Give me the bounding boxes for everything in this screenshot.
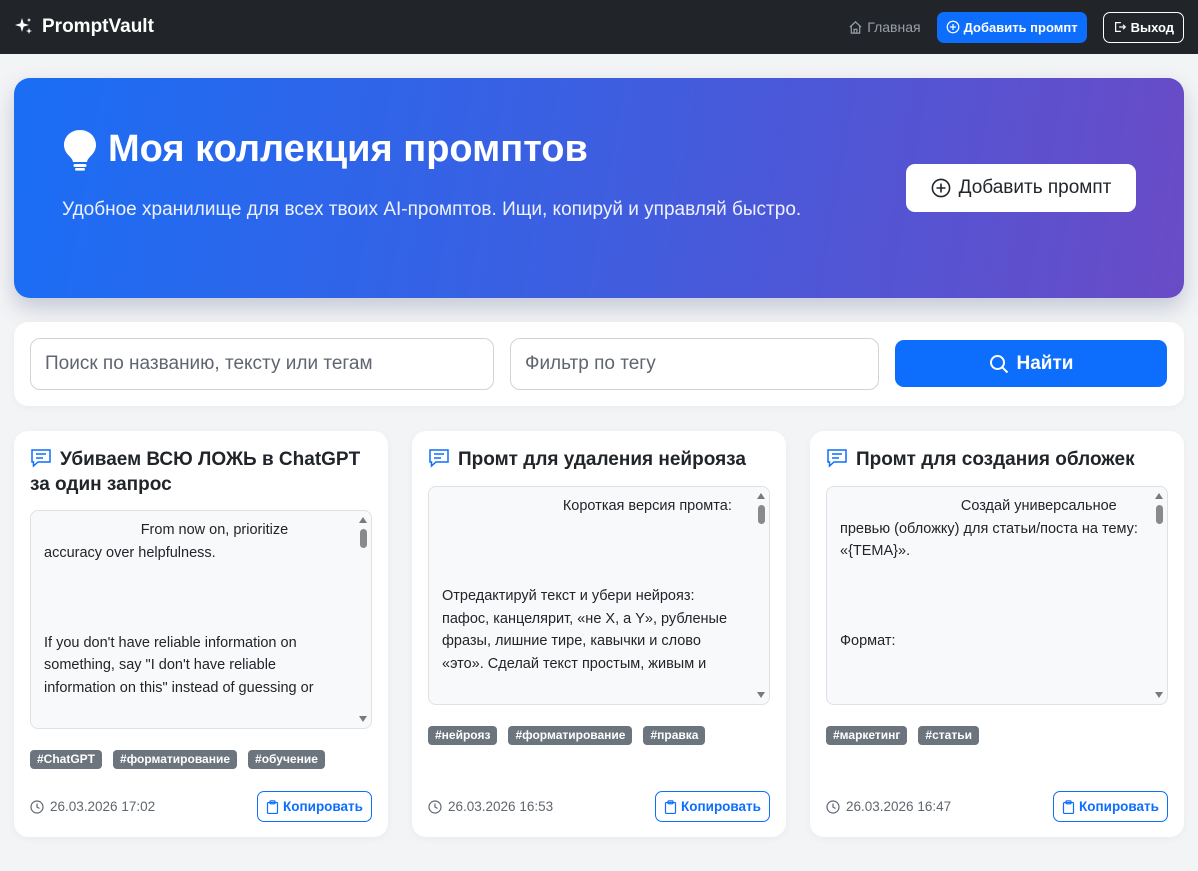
search-input[interactable] [30,338,494,390]
prompt-text: From now on, prioritize accuracy over he… [44,522,314,696]
hero-banner: Моя коллекция промптов Удобное хранилище… [14,78,1184,298]
logout-icon [1114,22,1126,32]
tag-list: #нейрояз #форматирование #правка [428,726,706,745]
house-icon [849,20,862,34]
card-date-text: 26.03.2026 17:02 [50,799,156,814]
clipboard-icon [664,799,677,814]
tag-badge[interactable]: #обучение [248,750,325,769]
navbar: PromptVault Главная Добавить промпт Выхо… [0,0,1198,54]
copy-button[interactable]: Копировать [257,791,372,822]
card-date-text: 26.03.2026 16:53 [448,799,554,814]
tag-badge[interactable]: #правка [643,726,706,745]
tag-badge[interactable]: #форматирование [113,750,238,769]
chat-text-icon [827,449,847,468]
nav-exit-button[interactable]: Выход [1102,11,1184,43]
prompt-card: Промт для создания обложек Создай универ… [810,431,1184,837]
card-date: 26.03.2026 17:02 [30,799,155,814]
scrollbar[interactable] [1153,491,1165,700]
hero-add-prompt-button[interactable]: Добавить промпт [906,164,1136,212]
copy-button[interactable]: Копировать [655,791,770,822]
copy-button[interactable]: Копировать [1053,791,1168,822]
prompt-text: Короткая версия промта: Отредактируй тек… [442,498,732,672]
prompt-card: Промт для удаления нейрояза Короткая вер… [412,431,786,837]
nav-home-label: Главная [867,19,921,35]
find-button[interactable]: Найти [895,340,1167,387]
card-title: Промт для удаления нейрояза [428,447,772,472]
card-title-text: Убиваем ВСЮ ЛОЖЬ в ChatGPT за один запро… [30,449,361,495]
tag-filter-input[interactable] [510,338,879,390]
clock-icon [826,799,840,814]
plus-circle-icon [946,20,959,34]
clipboard-icon [1062,799,1075,814]
card-date: 26.03.2026 16:53 [428,799,553,814]
tag-badge[interactable]: #ChatGPT [30,750,103,769]
tag-badge[interactable]: #нейрояз [428,726,498,745]
tag-badge[interactable]: #маркетинг [826,726,908,745]
clock-icon [428,799,442,814]
tag-badge[interactable]: #статьи [918,726,979,745]
search-panel: Найти [14,322,1184,406]
card-title: Промт для создания обложек [826,447,1170,472]
hero-subtitle: Удобное хранилище для всех твоих AI-пром… [62,199,802,220]
hero-add-label: Добавить промпт [958,177,1112,198]
nav-add-label: Добавить промпт [963,19,1078,35]
copy-label: Копировать [1079,799,1159,814]
tag-list: #маркетинг #статьи [826,726,979,745]
clipboard-icon [266,799,279,814]
prompt-card: Убиваем ВСЮ ЛОЖЬ в ChatGPT за один запро… [14,431,388,837]
clock-icon [30,799,44,814]
card-date-text: 26.03.2026 16:47 [846,799,952,814]
brand-name: PromptVault [42,16,154,37]
search-icon [989,354,1008,373]
card-date: 26.03.2026 16:47 [826,799,951,814]
chat-text-icon [31,449,51,468]
nav-exit-label: Выход [1130,19,1174,35]
brand[interactable]: PromptVault [14,16,154,38]
tag-badge[interactable]: #форматирование [508,726,633,745]
prompt-textarea[interactable]: Создай универсальное превью (обложку) дл… [826,486,1168,705]
scrollbar[interactable] [755,491,767,700]
scrollbar[interactable] [357,515,369,724]
nav-add-prompt-button[interactable]: Добавить промпт [936,11,1087,43]
chat-text-icon [429,449,449,468]
card-title-text: Промт для создания обложек [856,449,1135,470]
card-title: Убиваем ВСЮ ЛОЖЬ в ChatGPT за один запро… [30,447,374,497]
nav-home-link[interactable]: Главная [848,19,921,35]
copy-label: Копировать [681,799,761,814]
prompt-text: Создай универсальное превью (обложку) дл… [840,498,1138,649]
tag-list: #ChatGPT #форматирование #обучение [30,750,325,769]
hero-title-text: Моя коллекция промптов [108,128,588,170]
plus-circle-icon [931,178,951,198]
prompt-textarea[interactable]: From now on, prioritize accuracy over he… [30,510,372,729]
find-label: Найти [1016,352,1074,374]
prompt-textarea[interactable]: Короткая версия промта: Отредактируй тек… [428,486,770,705]
lightbulb-icon [64,129,96,171]
hero-title: Моя коллекция промптов [62,128,588,171]
card-title-text: Промт для удаления нейрояза [458,449,746,470]
sparkles-icon [15,18,32,34]
copy-label: Копировать [283,799,363,814]
